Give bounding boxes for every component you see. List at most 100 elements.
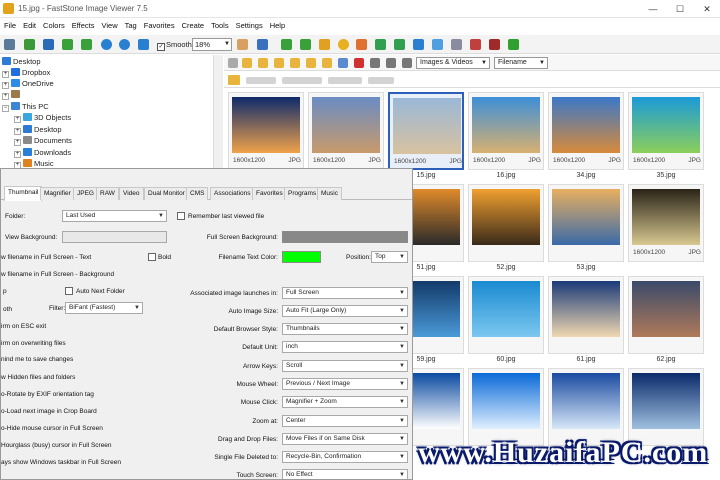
menu-settings[interactable]: Settings [233, 18, 266, 34]
tree-item-this-pc[interactable]: − This PC [2, 101, 49, 112]
resample-filter-select[interactable]: BiFant (Fastest) ▼ [65, 302, 143, 314]
slideshow-icon[interactable] [356, 39, 367, 50]
new-folder-icon[interactable] [274, 58, 284, 68]
rotate-right-icon[interactable] [375, 39, 386, 50]
camera-icon[interactable] [4, 39, 15, 50]
confirm-esc-label[interactable]: irm on ESC exit [1, 322, 46, 331]
thumbnail[interactable]: 1600x1200 JPG [548, 92, 624, 170]
thumbnail[interactable] [628, 368, 704, 446]
tab-jpeg[interactable]: JPEG [73, 187, 98, 200]
tree-item-music[interactable]: + Music [14, 158, 54, 168]
next-icon[interactable] [300, 39, 311, 50]
thumbnail[interactable] [548, 276, 624, 354]
menu-help[interactable]: Help [267, 18, 288, 34]
details-view-icon[interactable] [370, 58, 380, 68]
menu-edit[interactable]: Edit [20, 18, 39, 34]
tree-item-user[interactable]: + [2, 89, 22, 100]
tab-video[interactable]: Video [119, 187, 144, 200]
mouse-wheel-select[interactable]: Previous / Next Image ▼ [282, 378, 408, 390]
expand-icon[interactable]: + [2, 93, 9, 100]
expand-icon[interactable]: + [14, 116, 21, 123]
show-filename-bg-label[interactable]: w filename in Full Screen - Background [1, 270, 114, 279]
save-icon[interactable] [43, 39, 54, 50]
crop-icon[interactable] [413, 39, 424, 50]
fit-icon[interactable] [138, 39, 149, 50]
collapse-icon[interactable]: − [2, 105, 9, 112]
thumbnail[interactable] [468, 276, 544, 354]
thumbnail[interactable] [548, 184, 624, 262]
smooth-label[interactable]: oth [3, 305, 12, 314]
delete-icon[interactable] [470, 39, 481, 50]
tree-item-desktop[interactable]: Desktop [2, 56, 41, 67]
zoom-in-icon[interactable] [101, 39, 112, 50]
copy-folder-icon[interactable] [290, 58, 300, 68]
list-view-icon[interactable] [402, 58, 412, 68]
expand-icon[interactable]: + [2, 82, 9, 89]
thumbnail[interactable]: 1600x1200 JPG [388, 92, 464, 170]
flip-icon[interactable] [394, 39, 405, 50]
file-filter-select[interactable]: Images & Videos ▼ [416, 57, 490, 69]
assoc-select[interactable]: Full Screen ▼ [282, 287, 408, 299]
tab-music[interactable]: Music [317, 187, 342, 200]
close-button[interactable]: ✕ [694, 0, 720, 18]
expand-icon[interactable]: + [2, 71, 9, 78]
tab-programs[interactable]: Programs [284, 187, 321, 200]
unit-select[interactable]: inch ▼ [282, 341, 408, 353]
thumbnail[interactable] [468, 368, 544, 446]
menu-view[interactable]: View [99, 18, 121, 34]
resize-icon[interactable] [432, 39, 443, 50]
smooth-checkbox[interactable]: ✓ Smooth [157, 39, 192, 51]
fit-window-icon[interactable] [62, 39, 73, 50]
arrow-keys-select[interactable]: Scroll ▼ [282, 360, 408, 372]
menu-file[interactable]: File [1, 18, 19, 34]
menu-create[interactable]: Create [179, 18, 208, 34]
select-icon[interactable] [257, 39, 268, 50]
tab-favorites[interactable]: Favorites [252, 187, 287, 200]
show-taskbar-label[interactable]: ays show Windows taskbar in Full Screen [1, 458, 121, 467]
favorite-folder-icon[interactable] [258, 58, 268, 68]
maximize-button[interactable]: ☐ [667, 0, 693, 18]
hourglass-cursor-label[interactable]: Hourglass (busy) cursor in Full Screen [1, 441, 112, 450]
back-arrow-icon[interactable] [228, 58, 238, 68]
thumbnail[interactable]: 1600x1200 JPG [308, 92, 384, 170]
previous-icon[interactable] [281, 39, 292, 50]
move-folder-icon[interactable] [306, 58, 316, 68]
auto-load-crop-label[interactable]: o-Load next image in Crop Board [1, 407, 97, 416]
auto-hide-cursor-label[interactable]: o-Hide mouse cursor in Full Screen [1, 424, 103, 433]
thumbnail[interactable]: 1600x1200 JPG [628, 92, 704, 170]
expand-icon[interactable]: + [14, 139, 21, 146]
position-select[interactable]: Top ▼ [371, 251, 408, 263]
autosize-select[interactable]: Auto Fit (Large Only) ▼ [282, 305, 408, 317]
tree-item-dropbox[interactable]: + Dropbox [2, 67, 50, 78]
tab-associations[interactable]: Associations [210, 187, 255, 200]
hand-icon[interactable] [237, 39, 248, 50]
tab-raw[interactable]: RAW [96, 187, 119, 200]
menu-tag[interactable]: Tag [122, 18, 140, 34]
thumbnail[interactable]: 1600x1200 JPG [468, 92, 544, 170]
auto-next-folder-checkbox[interactable] [65, 287, 73, 295]
minimize-button[interactable]: — [640, 0, 666, 18]
email-icon[interactable] [508, 39, 519, 50]
menu-colors[interactable]: Colors [40, 18, 68, 34]
tab-dual-monitor[interactable]: Dual Monitor [144, 187, 189, 200]
show-filename-text-label[interactable]: w filename in Full Screen - Text [1, 253, 91, 262]
menu-tools[interactable]: Tools [208, 18, 232, 34]
sort-select[interactable]: Filename ▼ [494, 57, 548, 69]
draw-icon[interactable] [451, 39, 462, 50]
zoom-out-icon[interactable] [119, 39, 130, 50]
settings-icon[interactable] [338, 39, 349, 50]
actual-size-icon[interactable] [81, 39, 92, 50]
thumbnail[interactable]: 1600x1200 JPG [228, 92, 304, 170]
grid-view-icon[interactable] [386, 58, 396, 68]
view-background-color[interactable] [62, 231, 167, 243]
show-hidden-label[interactable]: w Hidden files and folders [1, 373, 75, 382]
tree-item-documents[interactable]: + Documents [14, 135, 72, 146]
thumbnail[interactable] [468, 184, 544, 262]
tab-thumbnail[interactable]: Thumbnail [4, 186, 43, 201]
startup-folder-select[interactable]: Last Used ▼ [62, 210, 167, 222]
open-folder-icon[interactable] [24, 39, 35, 50]
thumbnail[interactable] [548, 368, 624, 446]
drag-drop-select[interactable]: Move Files if on Same Disk ▼ [282, 433, 408, 445]
delete-icon[interactable] [354, 58, 364, 68]
remind-save-label[interactable]: nind me to save changes [1, 355, 73, 364]
